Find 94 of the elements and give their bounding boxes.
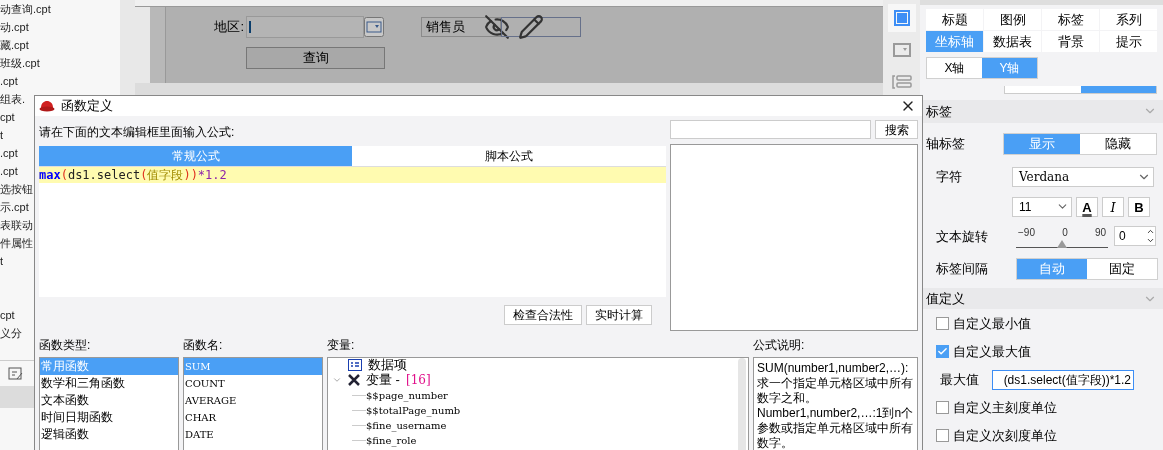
field-label: 标签间隔: [936, 260, 989, 279]
list-heading: 函数名:: [183, 336, 223, 354]
expand-caret-icon[interactable]: [332, 375, 342, 385]
tick-label: −90: [1018, 225, 1035, 240]
list-item[interactable]: 文本函数: [40, 391, 178, 409]
list-item[interactable]: 逻辑函数: [40, 425, 178, 443]
query-button[interactable]: 查询: [246, 47, 385, 69]
field-label: 轴标签: [926, 135, 966, 154]
data-item-icon: [348, 359, 362, 371]
file-item[interactable]: 表联动: [0, 216, 33, 234]
rotation-input[interactable]: 0: [1114, 226, 1156, 247]
tree-item[interactable]: 变量 -: [366, 370, 400, 390]
file-item[interactable]: 选按钮: [0, 180, 33, 198]
file-item[interactable]: t: [0, 252, 4, 270]
prompt-text: 请在下面的文本编辑框里面输入公式:: [39, 123, 235, 141]
tree-item[interactable]: $fine_role: [366, 432, 417, 448]
search-field[interactable]: [670, 119, 871, 139]
panel-tab[interactable]: 标签: [1042, 8, 1099, 30]
hidden-eye-icon[interactable]: [484, 14, 510, 40]
checkbox[interactable]: [936, 345, 949, 358]
panel-tab[interactable]: 系列: [1100, 8, 1157, 30]
file-item[interactable]: 件属性: [0, 234, 33, 252]
panel-tab[interactable]: 标题: [926, 8, 983, 30]
dialog-button[interactable]: 检查合法性: [504, 304, 582, 325]
file-item[interactable]: 义分: [0, 324, 22, 342]
file-item[interactable]: 示.cpt: [0, 198, 29, 216]
file-item[interactable]: 藏.cpt: [0, 36, 29, 54]
search-button[interactable]: 搜索: [875, 119, 918, 139]
file-item[interactable]: 动查询.cpt: [0, 0, 51, 18]
tree-item[interactable]: $$page_number: [366, 387, 448, 403]
tick-label: 0: [1062, 225, 1068, 240]
file-item[interactable]: .cpt: [0, 144, 18, 162]
list-heading: 变量:: [327, 336, 355, 354]
panel-tab[interactable]: 图例: [984, 8, 1041, 30]
file-item[interactable]: 动.cpt: [0, 18, 29, 36]
list-item[interactable]: 数学和三角函数: [40, 374, 178, 392]
file-item[interactable]: cpt: [0, 108, 15, 126]
tick-label: 90: [1094, 225, 1106, 240]
frame-icon[interactable]: [892, 9, 911, 27]
tree-item[interactable]: $$totalPage_numb: [366, 402, 461, 418]
file-item[interactable]: .cpt: [0, 162, 18, 180]
segment-option[interactable]: 固定: [1087, 258, 1157, 279]
list-heading: 函数类型:: [39, 336, 91, 354]
font-select[interactable]: Verdana: [1012, 166, 1154, 187]
section-header[interactable]: 值定义: [920, 287, 1163, 310]
panel-tab[interactable]: 数据表: [984, 30, 1041, 52]
formula-editor[interactable]: max(ds1.select(值字段))*1.2: [39, 166, 666, 297]
tree-item[interactable]: $fine_username: [366, 417, 447, 433]
list-heading: 公式说明:: [753, 336, 805, 354]
checkbox-label: 自定义最大值: [953, 342, 1031, 361]
region-input[interactable]: [246, 16, 364, 38]
slider-thumb[interactable]: [1057, 239, 1067, 248]
checkbox[interactable]: [936, 401, 949, 415]
field-label: 最大值: [940, 370, 980, 389]
max-value-input[interactable]: (ds1.select(值字段))*1.2: [992, 369, 1134, 390]
layout-icon[interactable]: [891, 74, 912, 90]
checkbox-label: 自定义主刻度单位: [953, 399, 1057, 418]
axis-tab[interactable]: X轴: [927, 57, 982, 78]
dialog-title: 函数定义: [61, 97, 113, 115]
checkbox-label: 自定义最小值: [953, 314, 1031, 333]
file-item[interactable]: t: [0, 126, 4, 144]
dropdown-button-icon[interactable]: [364, 17, 384, 37]
panel-tab[interactable]: 背景: [1042, 30, 1099, 52]
list-item[interactable]: 时间日期函数: [40, 408, 178, 426]
file-item[interactable]: 组表.: [0, 90, 26, 108]
segment-option[interactable]: 隐藏: [1080, 133, 1156, 154]
pencil-icon[interactable]: [518, 14, 544, 40]
list-item[interactable]: AVERAGE: [184, 391, 322, 409]
hat-icon: [39, 98, 55, 113]
font-style-button[interactable]: I: [1102, 196, 1124, 217]
file-item[interactable]: cpt: [0, 306, 15, 324]
font-style-button[interactable]: B: [1128, 196, 1150, 217]
size-select[interactable]: 11: [1012, 196, 1072, 217]
list-item[interactable]: DATE: [184, 425, 322, 443]
checkbox-label: 自定义次刻度单位: [953, 427, 1057, 446]
dialog-button[interactable]: 实时计算: [586, 304, 652, 325]
checkbox[interactable]: [936, 316, 949, 330]
description-text: SUM(number1,number2,…):求一个指定单元格区域中所有数字之和。: [757, 360, 914, 406]
field-label: 文本旋转: [936, 227, 989, 246]
list-item[interactable]: COUNT: [184, 374, 322, 392]
description-text: Number1,number2,…:1到n个参数或指定单元格区域中所有数字。: [757, 405, 914, 450]
font-style-button[interactable]: A: [1076, 196, 1098, 217]
checkbox[interactable]: [936, 429, 949, 443]
dropdown-box-icon[interactable]: [892, 43, 911, 57]
scrollbar[interactable]: [738, 357, 746, 450]
section-header[interactable]: 标签: [920, 99, 1163, 123]
region-label: 地区:: [213, 18, 245, 37]
field-label: 字符: [936, 168, 963, 187]
variable-count: [16]: [405, 372, 431, 389]
edit-icon[interactable]: [8, 366, 24, 381]
file-item[interactable]: 班级.cpt: [0, 54, 40, 72]
panel-tab[interactable]: 提示: [1100, 30, 1157, 52]
list-item[interactable]: CHAR: [184, 408, 322, 426]
file-item[interactable]: .cpt: [0, 72, 18, 90]
